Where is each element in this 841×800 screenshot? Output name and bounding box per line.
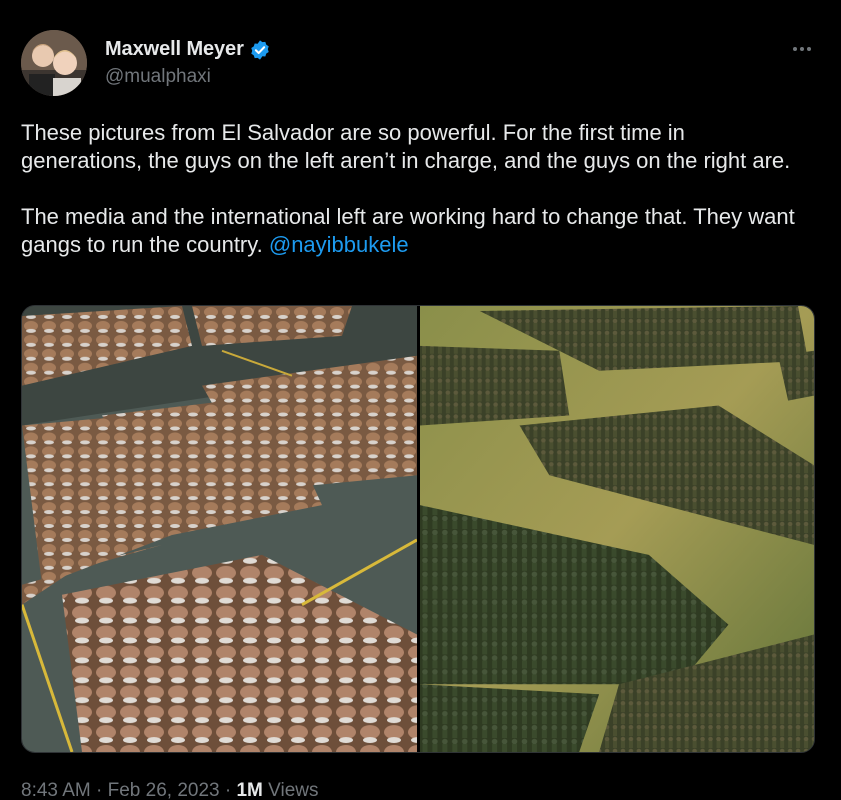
- tweet-paragraph-1: These pictures from El Salvador are so p…: [21, 120, 791, 173]
- tweet-meta: 8:43 AM · Feb 26, 2023 · 1M Views: [21, 780, 319, 800]
- tweet-time[interactable]: 8:43 AM: [21, 780, 91, 800]
- avatar[interactable]: [21, 30, 87, 96]
- tweet-date[interactable]: Feb 26, 2023: [108, 780, 220, 800]
- views-count: 1M: [236, 780, 263, 800]
- author-name-row[interactable]: Maxwell Meyer: [105, 38, 271, 61]
- ellipsis-icon: [793, 47, 797, 51]
- prison-inmates-image: [22, 306, 417, 752]
- media-image-right[interactable]: [420, 306, 814, 752]
- avatar-photo: [21, 30, 87, 96]
- mention-link[interactable]: @nayibbukele: [269, 232, 409, 257]
- tweet-text: These pictures from El Salvador are so p…: [21, 119, 811, 259]
- tweet-paragraph-2: The media and the international left are…: [21, 204, 801, 257]
- display-name[interactable]: Maxwell Meyer: [105, 38, 244, 61]
- soldiers-formation-image: [420, 306, 814, 752]
- views-label: Views: [262, 780, 319, 800]
- tweet-media[interactable]: [21, 305, 815, 753]
- more-options-button[interactable]: [787, 38, 817, 60]
- media-image-left[interactable]: [22, 306, 417, 752]
- author-handle[interactable]: @mualphaxi: [105, 66, 211, 88]
- verified-badge-icon: [251, 39, 269, 60]
